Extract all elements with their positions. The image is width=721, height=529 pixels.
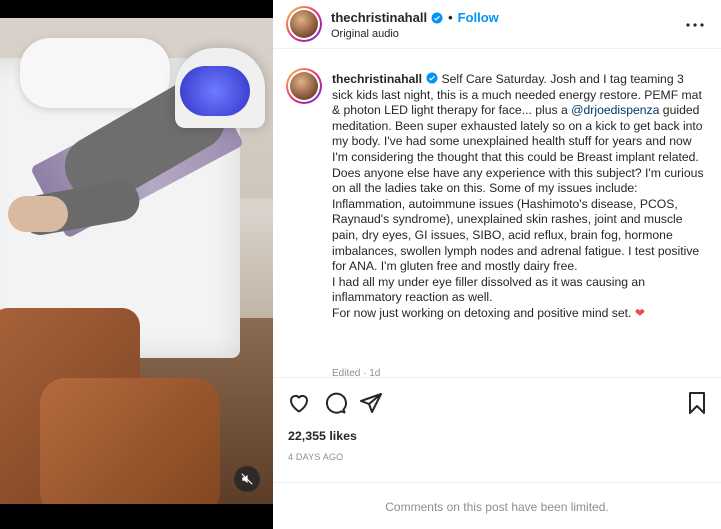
separator-dot: • [448,10,453,25]
comment-button[interactable] [323,391,347,415]
comments-limited-notice: Comments on this post have been limited. [273,482,721,529]
post-video[interactable] [0,18,273,504]
comments-limited-text: Comments on this post have been limited. [385,499,609,514]
avatar[interactable] [286,6,322,42]
mute-button[interactable] [234,466,260,492]
save-button[interactable] [685,391,709,415]
comment-icon [325,392,347,414]
caption-text-part2: guided meditation. Been super exhausted … [332,103,704,320]
bookmark-icon [689,392,705,414]
caption-mention-link[interactable]: @drjoedispenza [571,103,659,117]
like-button[interactable] [287,391,311,415]
video-led-glow [180,66,250,116]
share-button[interactable] [359,391,383,415]
caption-section: thechristinahall Self Care Saturday. Jos… [273,50,721,376]
video-pillow [20,38,170,108]
edited-label: Edited · 1d [332,368,381,376]
header-user-row: thechristinahall • Follow [331,10,499,25]
caption-verified-badge-icon [426,72,438,84]
post-caption: thechristinahall Self Care Saturday. Jos… [332,72,704,322]
heart-icon [289,394,309,413]
caption-username[interactable]: thechristinahall [332,72,422,86]
video-sofa-cushion [40,378,220,504]
post-media[interactable] [0,0,273,529]
post-date[interactable]: 4 DAYS AGO [288,452,343,462]
audio-label[interactable]: Original audio [331,28,399,40]
heart-emoji: ❤ [634,305,646,320]
caption-avatar[interactable] [286,68,322,104]
muted-speaker-icon [241,473,253,485]
share-icon [360,393,382,413]
verified-badge-icon [431,12,443,23]
post-header: thechristinahall • Follow Original audio [273,0,721,49]
more-options-icon [686,23,704,27]
more-options-button[interactable] [683,15,707,35]
video-feet [8,196,68,232]
likes-count[interactable]: 22,355 likes [288,429,357,443]
follow-button[interactable]: Follow [458,10,499,25]
post-details-panel: thechristinahall • Follow Original audio… [273,0,721,529]
header-username[interactable]: thechristinahall [331,10,427,25]
post-actions: 22,355 likes 4 DAYS AGO Comments on this… [273,377,721,529]
